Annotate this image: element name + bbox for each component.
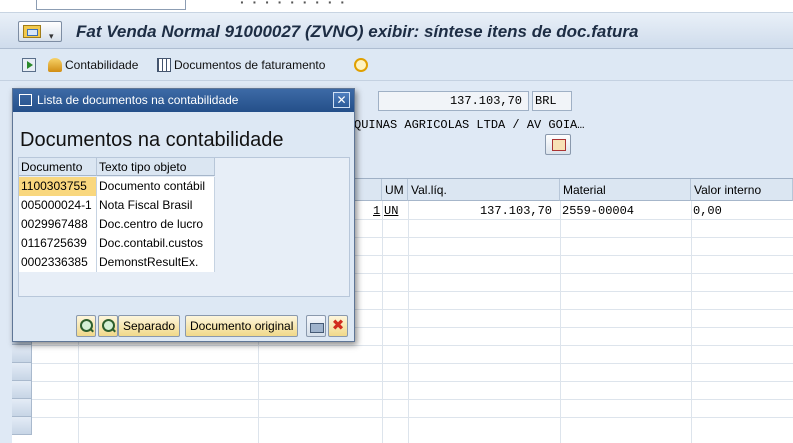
command-field[interactable] [36, 0, 186, 10]
dialog-window-icon [19, 94, 32, 106]
original-document-button[interactable]: Documento original [185, 315, 299, 337]
row-selector[interactable] [12, 381, 32, 399]
currency-field: BRL [532, 91, 572, 111]
column-header-internal-value[interactable]: Valor interno [691, 179, 793, 201]
top-partial-text: · · · · · · · · · [240, 0, 348, 10]
execute-button[interactable] [22, 57, 36, 73]
column-header-document[interactable]: Documento [19, 158, 97, 176]
accounting-label: Contabilidade [65, 58, 139, 72]
sap-menu-icon [23, 25, 41, 38]
object-type-text[interactable]: Doc.centro de lucro [97, 215, 215, 234]
column-header-object-type[interactable]: Texto tipo objeto [97, 158, 215, 176]
row-selector[interactable] [12, 345, 32, 363]
dialog-title-bar: Lista de documentos na contabilidade ✕ [13, 89, 354, 112]
top-strip: · · · · · · · · · [0, 0, 793, 13]
system-menu-button[interactable]: ▾ [18, 21, 62, 42]
object-type-text[interactable]: Doc.contabil.custos [97, 234, 215, 253]
row-selector[interactable] [12, 417, 32, 435]
accounting-button[interactable]: Contabilidade [48, 57, 138, 73]
documents-table: Documento Texto tipo objeto 1100303755 D… [18, 157, 350, 297]
quantity-cell[interactable]: 1 [373, 204, 380, 218]
document-number[interactable]: 0002336385 [19, 253, 97, 272]
document-number[interactable]: 1100303755 [19, 177, 97, 196]
application-toolbar: Contabilidade Documentos de faturamento [0, 49, 793, 81]
document-flow-button[interactable] [354, 57, 368, 73]
window-title: Fat Venda Normal 91000027 (ZVNO) exibir:… [76, 22, 639, 41]
accounting-documents-dialog: Lista de documentos na contabilidade ✕ D… [12, 88, 355, 342]
title-bar: ▾ Fat Venda Normal 91000027 (ZVNO) exibi… [0, 13, 793, 49]
customer-text: QUINAS AGRICOLAS LTDA / AV GOIA… [354, 118, 585, 132]
um-cell[interactable]: UN [384, 204, 398, 218]
object-type-text[interactable]: Nota Fiscal Brasil [97, 196, 215, 215]
column-header-material[interactable]: Material [560, 179, 691, 201]
dialog-footer: Separado Documento original ✖ [13, 305, 354, 341]
material-cell: 2559-00004 [562, 204, 635, 218]
row-selector[interactable] [12, 363, 32, 381]
accounting-icon [48, 58, 62, 72]
document-number[interactable]: 005000024-1 [19, 196, 97, 215]
document-number[interactable]: 0116725639 [19, 234, 97, 253]
row-selector[interactable] [12, 399, 32, 417]
customer-display-button[interactable] [545, 134, 571, 155]
dialog-heading: Documentos na contabilidade [20, 129, 284, 151]
object-type-text[interactable]: DemonstResultEx. [97, 253, 215, 272]
cancel-icon[interactable]: ✖ [328, 315, 348, 337]
separado-button[interactable]: Separado [118, 315, 181, 337]
internal-value-cell: 0,00 [693, 204, 722, 218]
dialog-title: Lista de documentos na contabilidade [37, 93, 239, 107]
billing-docs-icon [157, 58, 171, 72]
execute-icon [22, 58, 36, 72]
document-number[interactable]: 0029967488 [19, 215, 97, 234]
billing-documents-button[interactable]: Documentos de faturamento [157, 57, 325, 73]
billing-documents-label: Documentos de faturamento [174, 58, 326, 72]
print-icon[interactable] [306, 315, 326, 337]
choose-icon[interactable] [98, 315, 118, 337]
close-icon[interactable]: ✕ [333, 92, 350, 108]
column-header-um[interactable]: UM [382, 179, 408, 201]
object-type-text[interactable]: Documento contábil [97, 177, 215, 196]
document-flow-icon [354, 58, 368, 72]
net-value-field: 137.103,70 [378, 91, 529, 111]
dropdown-arrow-icon: ▾ [49, 31, 54, 41]
net-value-cell: 137.103,70 [479, 204, 552, 218]
zoom-in-icon[interactable] [76, 315, 96, 337]
column-header-net-value[interactable]: Val.líq. [408, 179, 560, 201]
